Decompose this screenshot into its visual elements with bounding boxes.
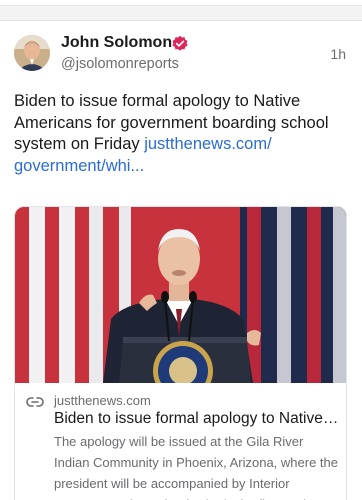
preview-image xyxy=(15,207,346,383)
author-name[interactable]: John Solomon xyxy=(61,34,172,52)
link-icon xyxy=(26,395,44,407)
post-card[interactable]: John Solomon @jsolomonreports 1h Biden t… xyxy=(0,20,362,500)
previous-post-card xyxy=(0,0,362,6)
preview-description: The apology will be issued at the Gila R… xyxy=(54,434,338,500)
author-avatar[interactable] xyxy=(14,35,50,71)
preview-domain: justthenews.com xyxy=(54,393,151,408)
author-handle[interactable]: @jsolomonreports xyxy=(61,56,179,72)
preview-title: Biden to issue formal apology to Native … xyxy=(54,410,340,427)
link-preview-card[interactable]: justthenews.com Biden to issue formal ap… xyxy=(14,206,347,500)
post-timestamp[interactable]: 1h xyxy=(330,46,346,62)
verified-badge-icon xyxy=(171,35,189,53)
post-body: Biden to issue formal apology to Native … xyxy=(14,91,348,177)
